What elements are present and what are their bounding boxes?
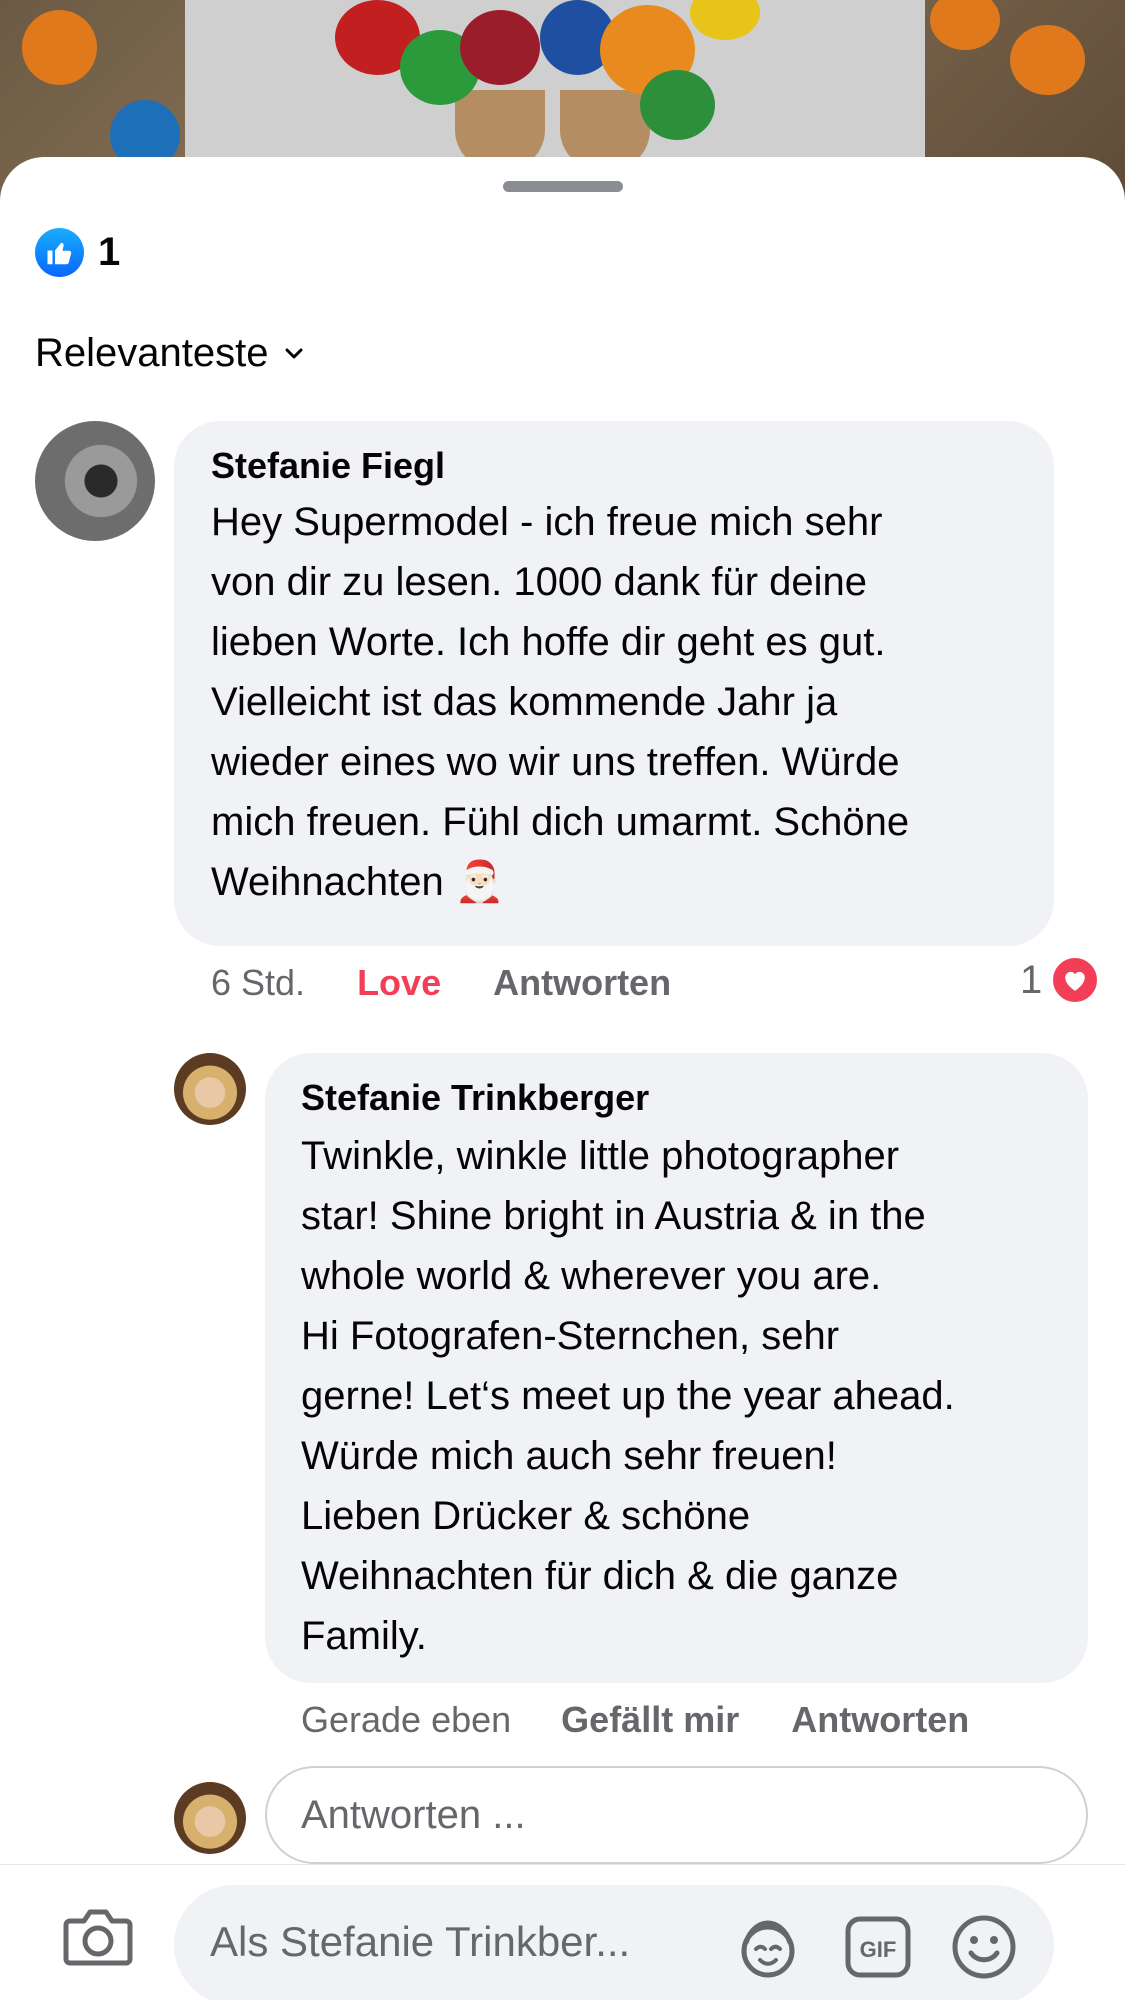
like-button[interactable]: Gefällt mir bbox=[561, 1699, 739, 1741]
reply-actions: Gerade eben Gefällt mir Antworten bbox=[301, 1699, 969, 1741]
avatar bbox=[174, 1782, 246, 1854]
candy bbox=[640, 70, 715, 140]
reply-author[interactable]: Stefanie Trinkberger bbox=[301, 1077, 649, 1119]
reply-input-placeholder: Antworten ... bbox=[301, 1792, 526, 1837]
sort-label: Relevanteste bbox=[35, 331, 269, 375]
reaction-summary[interactable]: 1 bbox=[35, 228, 120, 277]
heart-icon bbox=[1050, 955, 1101, 1005]
comment-actions: 6 Std. Love Antworten bbox=[211, 962, 671, 1004]
love-count: 1 bbox=[1020, 957, 1043, 1002]
avatar[interactable] bbox=[174, 1053, 246, 1125]
reaction-count: 1 bbox=[98, 230, 121, 274]
reply-button[interactable]: Antworten bbox=[791, 1699, 969, 1741]
composer-placeholder: Als Stefanie Trinkber... bbox=[210, 1918, 631, 1965]
chevron-down-icon bbox=[282, 342, 306, 366]
candy bbox=[460, 10, 540, 85]
sort-selector[interactable]: Relevanteste bbox=[35, 331, 306, 376]
emoji-icon[interactable] bbox=[950, 1913, 1018, 1981]
comment-text: Hey Supermodel - ich freue mich sehr von… bbox=[211, 500, 910, 904]
comment-author[interactable]: Stefanie Fiegl bbox=[211, 445, 445, 487]
avatar[interactable] bbox=[35, 421, 155, 541]
comment-composer-bar: Als Stefanie Trinkber... GIF bbox=[0, 1864, 1125, 2000]
sheet-grabber[interactable] bbox=[503, 181, 623, 192]
candy bbox=[22, 10, 97, 85]
comment-composer[interactable]: Als Stefanie Trinkber... GIF bbox=[174, 1885, 1054, 2000]
comment-time[interactable]: 6 Std. bbox=[211, 962, 305, 1004]
svg-text:GIF: GIF bbox=[860, 1937, 897, 1962]
reply-button[interactable]: Antworten bbox=[493, 962, 671, 1004]
love-reaction-button[interactable]: Love bbox=[357, 962, 441, 1004]
avatar-sticker-icon[interactable] bbox=[734, 1913, 802, 1981]
reply-input[interactable]: Antworten ... bbox=[265, 1766, 1088, 1864]
candy bbox=[1010, 25, 1085, 95]
comment-reaction-count[interactable]: 1 bbox=[1020, 955, 1101, 1005]
reply-bubble[interactable]: Stefanie Trinkberger Twinkle, winkle lit… bbox=[265, 1053, 1088, 1683]
reply-time[interactable]: Gerade eben bbox=[301, 1699, 511, 1741]
like-icon bbox=[35, 228, 84, 277]
camera-icon[interactable] bbox=[62, 1905, 134, 1969]
comment-bubble[interactable]: Stefanie Fiegl Hey Supermodel - ich freu… bbox=[174, 421, 1054, 946]
reply-text: Twinkle, winkle little photographer star… bbox=[301, 1134, 955, 1658]
candy bbox=[930, 0, 1000, 50]
gif-icon[interactable]: GIF bbox=[844, 1913, 912, 1981]
